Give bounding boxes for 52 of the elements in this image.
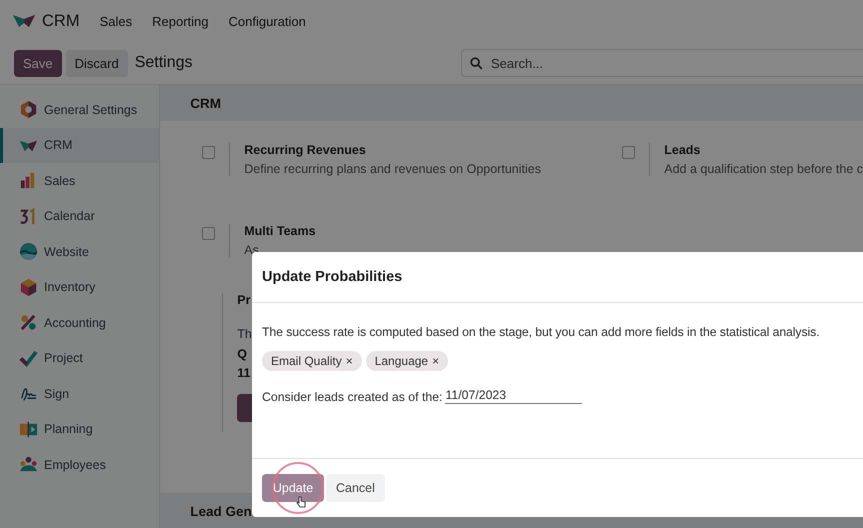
remove-tag-button[interactable]: ×	[346, 354, 353, 368]
checkbox[interactable]	[622, 146, 636, 159]
section-title: CRM	[190, 96, 221, 110]
setting-text: Q	[237, 346, 247, 362]
setting-title: Recurring Revenues	[244, 143, 367, 157]
remove-tag-button[interactable]: ×	[432, 354, 440, 368]
setting-title: Leads	[664, 143, 702, 157]
page-title: Settings	[134, 54, 193, 72]
field-label: Consider leads created as of the:	[262, 390, 442, 404]
percent-icon	[19, 313, 38, 332]
menu-item[interactable]: Reporting	[152, 14, 208, 28]
sidebar-item[interactable]: Accounting	[0, 305, 160, 340]
sidebar-item[interactable]: Inventory	[0, 270, 160, 305]
planning-icon	[19, 420, 38, 439]
hexagon-icon	[19, 100, 38, 120]
checkbox[interactable]	[202, 227, 216, 240]
app-name[interactable]: CRM	[42, 12, 80, 30]
sidebar-item[interactable]: Calendar	[0, 198, 160, 234]
sidebar-item[interactable]: Sign	[0, 376, 160, 412]
hand-cursor-icon	[296, 496, 306, 508]
cancel-button[interactable]: Cancel	[326, 474, 385, 502]
setting-title: Pr	[237, 293, 252, 307]
section-title: Lead Gen	[190, 504, 252, 518]
sidebar-item[interactable]: General Settings	[0, 92, 160, 128]
setting-text: Th	[237, 326, 252, 343]
logo-icon[interactable]	[12, 13, 36, 29]
sidebar-item[interactable]: Employees	[0, 447, 160, 482]
checkbox[interactable]	[202, 146, 216, 159]
checkmark-icon	[19, 348, 38, 368]
menu-item[interactable]: Sales	[100, 14, 132, 28]
field-tag: Email Quality ×	[262, 351, 362, 371]
cube-icon	[19, 278, 38, 297]
sidebar-item[interactable]: CRM	[0, 128, 160, 163]
save-button[interactable]: Save	[14, 50, 62, 76]
sidebar-item[interactable]: Website	[0, 234, 160, 270]
setting-description: Add a qualification step before the c	[664, 162, 863, 176]
dialog-text: The success rate is computed based on the stage, but you can add more fields in the statistical analysis.	[262, 325, 821, 339]
update-button[interactable]: Update	[262, 474, 324, 502]
setting-text: 11	[237, 365, 250, 382]
field-tag: Language ×	[366, 351, 448, 371]
discard-button[interactable]: Discard	[66, 50, 128, 76]
dialog-title: Update Probabilities	[262, 269, 402, 285]
setting-title: Multi Teams	[244, 224, 316, 238]
sidebar-item[interactable]: Project	[0, 340, 160, 376]
globe-icon	[19, 242, 38, 262]
date-field[interactable]: 11/07/2023	[445, 388, 582, 404]
search-icon	[470, 57, 483, 70]
sidebar-item[interactable]: Sales	[0, 163, 160, 198]
search-field[interactable]: Search...	[461, 49, 863, 77]
menu-item[interactable]: Configuration	[228, 14, 306, 28]
sidebar-item[interactable]: Planning	[0, 412, 160, 447]
setting-description: Define recurring plans and revenues on Opportunities	[244, 162, 541, 176]
